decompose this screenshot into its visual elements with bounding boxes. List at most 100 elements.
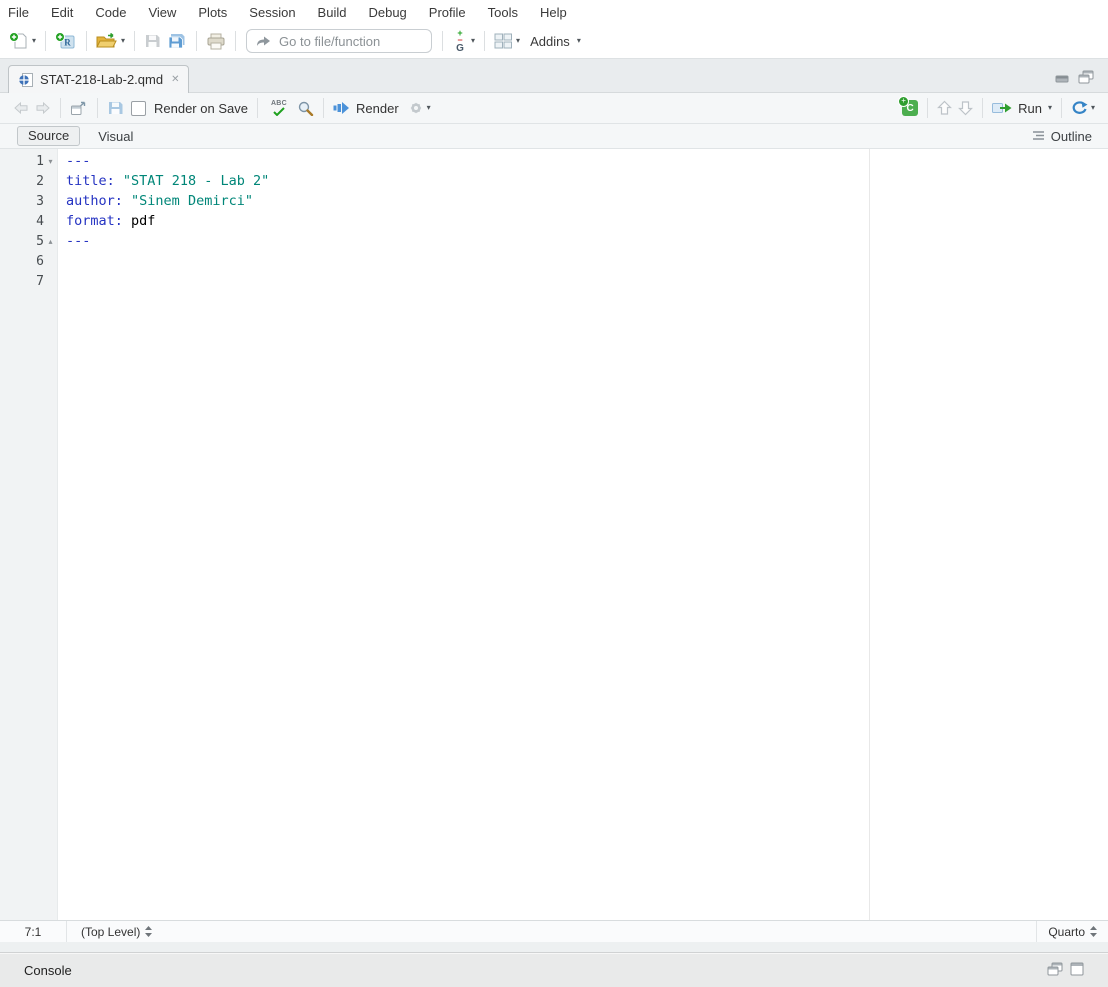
search-icon [297, 100, 314, 116]
new-file-button[interactable]: ▾ [6, 30, 39, 52]
fold-marker-icon[interactable]: ▾ [44, 157, 57, 166]
console-pane-header[interactable]: Console [0, 952, 1108, 987]
document-type-selector[interactable]: Quarto [1036, 921, 1108, 942]
workspace-panes-button[interactable]: ▾ [491, 31, 523, 51]
line-number[interactable]: 2 [0, 171, 57, 191]
insert-chunk-button[interactable]: C+ [899, 98, 921, 118]
chevron-down-icon[interactable]: ▾ [1048, 104, 1052, 112]
open-folder-icon [96, 33, 118, 49]
panes-grid-icon [494, 33, 513, 49]
tab-title: STAT-218-Lab-2.qmd [40, 72, 163, 87]
tab-source-mode[interactable]: Source [17, 126, 80, 146]
source-document-button[interactable]: ▾ [1068, 99, 1098, 118]
menu-item-code[interactable]: Code [95, 2, 136, 23]
chevron-down-icon[interactable]: ▾ [516, 37, 520, 45]
find-replace-button[interactable] [294, 98, 317, 118]
menu-item-edit[interactable]: Edit [51, 2, 83, 23]
toolbar-separator [982, 98, 983, 118]
source-pane: STAT-218-Lab-2.qmd ✕ [0, 59, 1108, 942]
version-control-button[interactable]: +−G ▾ [449, 27, 478, 56]
forward-button[interactable] [32, 99, 54, 117]
console-maximize-button[interactable] [1070, 962, 1084, 979]
run-button[interactable]: Run ▾ [989, 99, 1055, 118]
console-minimize-button[interactable] [1047, 962, 1063, 979]
open-in-new-window-button[interactable] [67, 99, 91, 118]
gear-icon [408, 100, 424, 116]
chevron-down-icon[interactable]: ▾ [32, 37, 36, 45]
editor-save-button[interactable] [104, 98, 127, 118]
fold-marker-icon[interactable]: ▴ [44, 237, 57, 246]
render-on-save-checkbox[interactable] [131, 101, 146, 116]
go-to-previous-section-button[interactable] [934, 98, 955, 118]
render-button[interactable]: Render [330, 99, 405, 118]
outline-toggle-button[interactable]: Outline [1031, 129, 1092, 144]
menu-item-view[interactable]: View [148, 2, 186, 23]
goto-file-function-box[interactable] [246, 29, 432, 53]
spellcheck-button[interactable]: ABC [264, 98, 294, 118]
save-button[interactable] [141, 31, 164, 51]
line-number[interactable]: 1▾ [0, 151, 57, 171]
code-token: --- [66, 153, 90, 169]
new-project-button[interactable]: R [52, 30, 80, 52]
tab-stat-218-lab-2[interactable]: STAT-218-Lab-2.qmd ✕ [8, 65, 189, 93]
code-line[interactable]: --- [58, 231, 1108, 251]
go-to-next-section-button[interactable] [955, 98, 976, 118]
menu-item-tools[interactable]: Tools [488, 2, 528, 23]
quarto-file-icon [18, 72, 34, 88]
fold-marker-empty [44, 197, 57, 206]
fold-marker-empty [44, 217, 57, 226]
minimize-pane-icon [1047, 962, 1063, 976]
up-down-chooser-icon [145, 926, 152, 937]
code-line[interactable]: author: "Sinem Demirci" [58, 191, 1108, 211]
print-button[interactable] [203, 31, 229, 52]
line-number[interactable]: 3 [0, 191, 57, 211]
close-icon[interactable]: ✕ [171, 74, 179, 85]
open-file-button[interactable]: ▾ [93, 31, 128, 51]
menu-item-debug[interactable]: Debug [368, 2, 416, 23]
minimize-pane-button[interactable] [1055, 71, 1070, 89]
chevron-down-icon[interactable]: ▾ [1091, 104, 1095, 112]
back-button[interactable] [10, 99, 32, 117]
addins-button[interactable]: Addins ▾ [523, 32, 584, 51]
chevron-down-icon: ▾ [577, 37, 581, 45]
toolbar-separator [484, 31, 485, 51]
code-line[interactable] [58, 271, 1108, 291]
line-number[interactable]: 4 [0, 211, 57, 231]
line-number[interactable]: 6 [0, 251, 57, 271]
chevron-down-icon[interactable]: ▾ [471, 37, 475, 45]
code-line[interactable]: --- [58, 151, 1108, 171]
scope-label: (Top Level) [81, 925, 140, 939]
run-label: Run [1018, 101, 1042, 116]
menu-item-profile[interactable]: Profile [429, 2, 476, 23]
line-number[interactable]: 7 [0, 271, 57, 291]
maximize-pane-button[interactable] [1078, 70, 1094, 89]
menu-item-build[interactable]: Build [318, 2, 357, 23]
scope-selector[interactable]: (Top Level) [81, 925, 152, 939]
main-toolbar: ▾ R ▾ [0, 24, 1108, 59]
menu-item-session[interactable]: Session [249, 2, 305, 23]
code-line[interactable] [58, 251, 1108, 271]
render-label: Render [356, 101, 399, 116]
code-line[interactable]: format: pdf [58, 211, 1108, 231]
console-title: Console [24, 963, 72, 978]
line-number[interactable]: 5▴ [0, 231, 57, 251]
goto-file-function-input[interactable] [277, 33, 423, 50]
code-line[interactable]: title: "STAT 218 - Lab 2" [58, 171, 1108, 191]
chevron-down-icon[interactable]: ▾ [427, 104, 431, 112]
menu-item-help[interactable]: Help [540, 2, 577, 23]
chevron-down-icon[interactable]: ▾ [121, 37, 125, 45]
menu-item-file[interactable]: File [8, 2, 39, 23]
goto-arrow-icon [255, 34, 271, 48]
save-all-button[interactable] [164, 31, 190, 52]
new-project-icon: R [55, 32, 77, 50]
render-settings-button[interactable]: ▾ [405, 98, 434, 118]
save-icon [144, 33, 161, 49]
insert-chunk-icon: C+ [902, 100, 918, 116]
tab-visual-mode[interactable]: Visual [98, 129, 133, 144]
menu-item-plots[interactable]: Plots [198, 2, 237, 23]
cursor-position: 7:1 [0, 921, 67, 942]
document-type-label: Quarto [1048, 925, 1085, 939]
forward-arrow-icon [35, 101, 51, 115]
code-editor[interactable]: 1▾2 3 4 5▴6 7 --- title: "STAT 218 - Lab … [0, 149, 1108, 920]
tab-strip: STAT-218-Lab-2.qmd ✕ [0, 59, 1108, 93]
